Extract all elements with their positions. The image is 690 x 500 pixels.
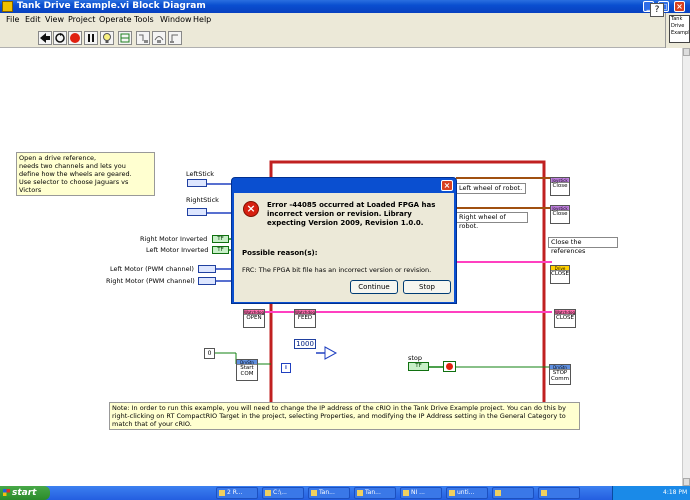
constant-node[interactable]: 0 [204, 348, 215, 359]
windows-logo-icon [3, 489, 10, 496]
taskbar: start 2 R... C:\... Tan... Tan... NI ...… [0, 486, 690, 500]
menu-help[interactable]: Help [193, 15, 211, 24]
watchdog-feed-node[interactable]: Watchdog FEED [294, 309, 316, 328]
taskbar-item[interactable] [492, 487, 534, 499]
wait-ms-constant[interactable]: 1000 [294, 339, 316, 349]
open-drive-note: Open a drive reference, needs two channe… [16, 152, 155, 196]
drive-close-node[interactable]: Drive CLOSE [550, 265, 570, 284]
joystick-close-node-1[interactable]: Joystick Close [550, 177, 570, 196]
menu-window[interactable]: Window [160, 15, 192, 24]
right-motor-inverted-control[interactable]: TF [212, 235, 229, 243]
start-button[interactable]: start [0, 486, 50, 500]
toolbar [0, 28, 665, 48]
left-stick-control[interactable] [187, 179, 207, 187]
watchdog-close-node[interactable]: Watchdog CLOSE [554, 309, 576, 328]
stop-button[interactable]: Stop [403, 280, 451, 294]
retain-wire-values-icon[interactable] [118, 31, 132, 45]
vi-icon[interactable]: Tank Drive Example [669, 15, 690, 43]
pause-icon[interactable] [84, 31, 98, 45]
labview-app-icon [2, 1, 13, 12]
menu-operate[interactable]: Operate [99, 15, 132, 24]
stop-terminal-icon [443, 361, 456, 372]
abort-icon[interactable] [68, 31, 82, 45]
stop-label: stop [408, 354, 423, 362]
right-stick-label: RightStick [186, 196, 219, 204]
ip-address-note: Note: In order to run this example, you … [109, 402, 580, 430]
step-out-icon[interactable] [168, 31, 182, 45]
vertical-scrollbar[interactable] [682, 48, 690, 486]
right-motor-pwm-label: Right Motor (PWM channel) [106, 277, 195, 285]
menu-file[interactable]: File [6, 15, 19, 24]
menu-view[interactable]: View [45, 15, 64, 24]
menu-edit[interactable]: Edit [25, 15, 41, 24]
close-refs-label: Close the references [548, 237, 618, 255]
left-motor-pwm-label: Left Motor (PWM channel) [110, 265, 194, 273]
dialog-close-button[interactable]: × [441, 180, 453, 191]
run-arrow-icon[interactable] [38, 31, 52, 45]
right-motor-pwm-control[interactable] [198, 277, 216, 285]
error-icon: × [243, 201, 259, 217]
taskbar-item[interactable]: Tan... [354, 487, 396, 499]
title-bar: Tank Drive Example.vi Block Diagram _ □ … [0, 0, 690, 13]
close-window-button[interactable]: × [674, 1, 685, 12]
right-wheel-label: Right wheel of robot. [456, 212, 528, 230]
right-stick-control[interactable] [187, 208, 207, 216]
taskbar-item[interactable]: unti... [446, 487, 488, 499]
error-message: Error -44085 occurred at Loaded FPGA has… [267, 201, 436, 227]
vi-icon-panel: Tank Drive Example [665, 13, 690, 48]
stop-comm-node[interactable]: DrvStn STOP Comm [549, 364, 571, 385]
watchdog-open-node[interactable]: Watchdog OPEN [243, 309, 265, 328]
continue-button[interactable]: Continue [350, 280, 398, 294]
taskbar-item[interactable]: 2 R... [216, 487, 258, 499]
left-motor-inverted-label: Left Motor Inverted [146, 246, 209, 254]
system-tray: 4:18 PM [612, 486, 690, 500]
menu-project[interactable]: Project [68, 15, 95, 24]
scroll-down-arrow[interactable] [683, 478, 690, 486]
taskbar-item[interactable] [538, 487, 580, 499]
error-dialog: × × Error -44085 occurred at Loaded FPGA… [231, 177, 457, 304]
step-over-icon[interactable] [152, 31, 166, 45]
iteration-terminal: i [281, 363, 291, 373]
menu-bar: File Edit View Project Operate Tools Win… [0, 13, 665, 28]
window-title: Tank Drive Example.vi Block Diagram [17, 1, 206, 11]
menu-tools[interactable]: Tools [134, 15, 154, 24]
help-question-icon[interactable]: ? [650, 3, 664, 17]
dialog-title-bar [232, 178, 456, 192]
reason-heading: Possible reason(s): [242, 249, 318, 257]
start-comm-node[interactable]: DrvStn Start COM [236, 359, 258, 381]
taskbar-item[interactable]: C:\... [262, 487, 304, 499]
taskbar-item[interactable]: NI ... [400, 487, 442, 499]
joystick-close-node-2[interactable]: Joystick Close [550, 205, 570, 224]
reason-text: FRC: The FPGA bit file has an incorrect … [242, 266, 432, 274]
right-motor-inverted-label: Right Motor Inverted [140, 235, 208, 243]
left-stick-label: LeftStick [186, 170, 215, 178]
clock: 4:18 PM [663, 489, 688, 496]
highlight-execution-icon[interactable] [100, 31, 114, 45]
left-motor-pwm-control[interactable] [198, 265, 216, 273]
run-continuously-icon[interactable] [53, 31, 67, 45]
left-wheel-label: Left wheel of robot. [456, 183, 526, 194]
taskbar-item[interactable]: Tan... [308, 487, 350, 499]
scroll-up-arrow[interactable] [683, 48, 690, 56]
step-into-icon[interactable] [136, 31, 150, 45]
left-motor-inverted-control[interactable]: TF [212, 246, 229, 254]
dialog-body: × Error -44085 occurred at Loaded FPGA h… [234, 193, 454, 302]
stop-control[interactable]: TF [408, 362, 429, 371]
